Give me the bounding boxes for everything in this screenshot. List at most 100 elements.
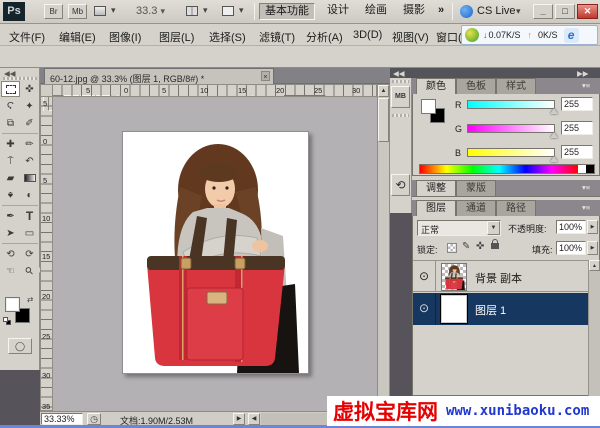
scrollbar-thumb[interactable] bbox=[378, 98, 389, 142]
menu-image[interactable]: 图像(I) bbox=[106, 28, 144, 46]
color-spectrum-ramp[interactable] bbox=[419, 164, 595, 174]
foreground-color-swatch[interactable] bbox=[421, 99, 436, 114]
lock-move-icon[interactable]: ✜ bbox=[476, 241, 484, 252]
quick-mask-button[interactable]: ◯ bbox=[8, 338, 32, 354]
zoom-level-control[interactable]: 33.3 ▾ bbox=[136, 5, 180, 19]
tool-brush[interactable]: ✏ bbox=[20, 136, 39, 152]
layer-thumbnail[interactable] bbox=[441, 263, 467, 291]
tool-zoom[interactable]: ⚲ bbox=[17, 259, 42, 284]
lock-paint-icon[interactable]: ✎ bbox=[462, 241, 470, 252]
tool-gradient[interactable] bbox=[20, 170, 39, 186]
menu-edit[interactable]: 编辑(E) bbox=[56, 28, 99, 46]
lock-transparency-icon[interactable] bbox=[447, 243, 457, 253]
screen-mode-button[interactable]: ▾ bbox=[222, 5, 252, 19]
close-tab-icon[interactable]: × bbox=[261, 71, 270, 81]
tool-type[interactable]: T bbox=[20, 208, 39, 224]
opacity-value[interactable]: 100% bbox=[556, 220, 586, 234]
channel-g-thumb[interactable] bbox=[550, 132, 558, 138]
ie-icon[interactable]: e bbox=[564, 28, 579, 43]
channel-b-thumb[interactable] bbox=[550, 156, 558, 162]
swap-colors-icon[interactable]: ⇄ bbox=[27, 295, 33, 304]
tool-rectangular-marquee[interactable] bbox=[1, 81, 20, 97]
tool-blur[interactable]: ♠ bbox=[1, 187, 20, 203]
bridge-button[interactable]: Br bbox=[44, 4, 63, 19]
restore-button[interactable]: □ bbox=[555, 4, 575, 19]
default-colors-icon[interactable] bbox=[3, 317, 12, 326]
tool-history-brush[interactable]: ↶ bbox=[20, 153, 39, 169]
timer-icon[interactable]: ◷ bbox=[87, 413, 101, 425]
close-button[interactable]: ✕ bbox=[577, 4, 598, 19]
menu-file[interactable]: 文件(F) bbox=[6, 28, 48, 46]
channel-r-value[interactable]: 255 bbox=[561, 97, 593, 111]
panel-menu-icon[interactable]: ▾≡ bbox=[582, 81, 590, 90]
tool-spot-healing-brush[interactable]: ✚ bbox=[1, 136, 20, 152]
workspace-essentials[interactable]: 基本功能 bbox=[259, 3, 315, 20]
tab-masks[interactable]: 蒙版 bbox=[456, 180, 496, 196]
collapse-panels-icon[interactable]: ▶▶ bbox=[577, 69, 589, 78]
cs-live-button[interactable]: CS Live ▾ bbox=[460, 4, 530, 20]
channel-r-thumb[interactable] bbox=[550, 108, 558, 114]
workspace-painting[interactable]: 绘画 bbox=[359, 3, 393, 20]
layers-scrollbar[interactable]: ▲ bbox=[588, 260, 600, 396]
workspace-design[interactable]: 设计 bbox=[321, 3, 355, 20]
scroll-up-icon[interactable]: ▲ bbox=[589, 260, 600, 271]
minimize-button[interactable]: _ bbox=[533, 4, 553, 19]
tool-lasso[interactable]: Ϛ bbox=[1, 98, 20, 114]
opacity-flyout-icon[interactable]: ▶ bbox=[587, 220, 598, 234]
canvas-area[interactable] bbox=[53, 97, 377, 411]
top-ruler[interactable]: 5 0 5 10 15 20 25 30 bbox=[53, 84, 377, 97]
network-monitor-widget[interactable]: ↓ 0.07K/S ↑ 0K/S e bbox=[461, 25, 598, 45]
fill-value[interactable]: 100% bbox=[556, 241, 586, 255]
tab-channels[interactable]: 通道 bbox=[456, 200, 496, 216]
tool-dodge[interactable]: ◐ bbox=[20, 187, 39, 203]
tool-quick-selection[interactable]: ✦ bbox=[20, 98, 39, 114]
layer-name[interactable]: 背景 副本 bbox=[475, 270, 522, 286]
ruler-origin-box[interactable] bbox=[40, 84, 53, 97]
collapse-icon-dock-icon[interactable]: ◀◀ bbox=[393, 69, 405, 78]
channel-r-slider[interactable] bbox=[467, 100, 555, 109]
tab-adjustments[interactable]: 调整 bbox=[416, 180, 456, 196]
tool-eyedropper[interactable]: ✐ bbox=[20, 115, 39, 131]
workspace-overflow-button[interactable]: » bbox=[433, 3, 449, 20]
menu-select[interactable]: 选择(S) bbox=[206, 28, 249, 46]
left-ruler[interactable]: 5 0 5 10 15 20 25 30 35 bbox=[40, 97, 53, 411]
scroll-up-icon[interactable]: ▲ bbox=[378, 85, 389, 97]
history-panel-icon[interactable]: ⟲ bbox=[391, 174, 410, 196]
channel-b-slider[interactable] bbox=[467, 148, 555, 157]
blend-mode-dropdown[interactable]: 正常 ▼ bbox=[417, 220, 501, 236]
menu-view[interactable]: 视图(V) bbox=[389, 28, 432, 46]
tool-rectangle-shape[interactable]: ▭ bbox=[20, 225, 39, 241]
tool-move[interactable]: ✜ bbox=[20, 81, 39, 97]
view-extras-button[interactable]: ▾ bbox=[94, 5, 124, 19]
mini-bridge-button[interactable]: Mb bbox=[68, 4, 87, 19]
panel-menu-icon[interactable]: ▾≡ bbox=[582, 203, 590, 212]
visibility-eye-icon[interactable]: ⊙ bbox=[419, 303, 429, 313]
document-tab[interactable]: 60-12.jpg @ 33.3% (图层 1, RGB/8#) * × bbox=[44, 68, 274, 84]
fill-flyout-icon[interactable]: ▶ bbox=[587, 241, 598, 255]
tool-eraser[interactable]: ▰ bbox=[1, 170, 20, 186]
menu-layer[interactable]: 图层(L) bbox=[156, 28, 197, 46]
arrange-documents-button[interactable]: ▾ bbox=[186, 5, 216, 19]
menu-filter[interactable]: 滤镜(T) bbox=[256, 28, 298, 46]
canvas-vertical-scrollbar[interactable]: ▲ ▼ bbox=[377, 84, 390, 411]
tab-color[interactable]: 颜色 bbox=[416, 78, 456, 94]
status-flyout-icon[interactable]: ▶ bbox=[233, 413, 245, 425]
layer-row-background-copy[interactable]: ⊙ 背景 副本 bbox=[413, 260, 600, 292]
menu-analysis[interactable]: 分析(A) bbox=[303, 28, 346, 46]
tool-path-selection[interactable]: ➤ bbox=[1, 225, 20, 241]
layer-thumbnail[interactable] bbox=[441, 295, 467, 323]
channel-g-slider[interactable] bbox=[467, 124, 555, 133]
panel-menu-icon[interactable]: ▾≡ bbox=[582, 183, 590, 192]
menu-3d[interactable]: 3D(D) bbox=[350, 28, 385, 42]
visibility-eye-icon[interactable]: ⊙ bbox=[419, 271, 429, 281]
mini-bridge-panel-icon[interactable]: MB bbox=[391, 86, 410, 108]
channel-g-value[interactable]: 255 bbox=[561, 121, 593, 135]
tab-layers[interactable]: 图层 bbox=[416, 200, 456, 216]
lock-all-icon[interactable] bbox=[491, 243, 499, 249]
workspace-photography[interactable]: 摄影 bbox=[397, 3, 431, 20]
tab-swatches[interactable]: 色板 bbox=[456, 78, 496, 94]
layer-name[interactable]: 图层 1 bbox=[475, 302, 506, 318]
channel-b-value[interactable]: 255 bbox=[561, 145, 593, 159]
status-zoom-input[interactable]: 33.33% bbox=[41, 413, 83, 425]
tab-styles[interactable]: 样式 bbox=[496, 78, 536, 94]
